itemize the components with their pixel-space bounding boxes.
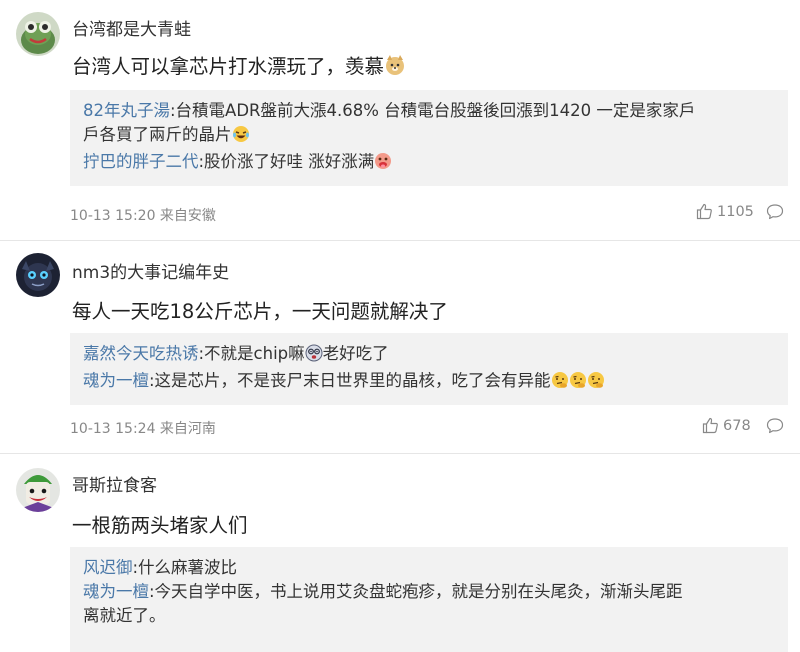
thinking-face-emoji: [551, 371, 569, 396]
like-count: 678: [723, 417, 751, 434]
doge-emoji: [384, 54, 406, 81]
reply-text: :台積電ADR盤前大漲4.68% 台積電台股盤後回漲到1420 一定是家家戶: [170, 101, 696, 120]
reply-username[interactable]: 风迟御: [83, 558, 133, 577]
like-button[interactable]: 678: [702, 417, 751, 434]
reply-text-cont: 戶各買了兩斤的晶片: [83, 125, 232, 144]
reply-button[interactable]: [766, 203, 784, 224]
comment-item: 哥斯拉食客 一根筋两头堵家人们 风迟御:什么麻薯波比 魂为一檀:今天自学中医，书…: [0, 454, 800, 652]
comment-text-body: 台湾人可以拿芯片打水漂玩了，羡慕: [72, 55, 385, 78]
username[interactable]: 台湾都是大青蛙: [72, 15, 191, 40]
username[interactable]: nm3的大事记编年史: [72, 258, 229, 283]
reply-text: :股价涨了好哇 涨好涨满: [198, 152, 375, 171]
thinking-face-emoji: [569, 371, 587, 396]
reply-text: :不就是chip嘛: [198, 344, 305, 363]
reply-username[interactable]: 82年丸子湯: [83, 101, 170, 120]
like-count: 1105: [717, 203, 754, 220]
reply-text-cont: 老好吃了: [322, 344, 389, 363]
reply-text: :这是芯片，不是丧尸末日世界里的晶核，吃了会有异能: [149, 371, 551, 390]
reply-box: 风迟御:什么麻薯波比 魂为一檀:今天自学中医，书上说用艾灸盘蛇疱疹，就是分别在头…: [70, 547, 788, 652]
comment-text: 台湾人可以拿芯片打水漂玩了，羡慕: [72, 50, 406, 81]
avatar[interactable]: [16, 468, 60, 512]
thumbs-up-icon: [702, 417, 718, 434]
reply-text: :什么麻薯波比: [132, 558, 238, 577]
reply-username[interactable]: 嘉然今天吃热诱: [83, 344, 199, 363]
dizzy-face-emoji: [305, 344, 323, 369]
avatar[interactable]: [16, 12, 60, 56]
reply-item: 82年丸子湯:台積電ADR盤前大漲4.68% 台積電台股盤後回漲到1420 一定…: [83, 99, 776, 150]
reply-box: 嘉然今天吃热诱:不就是chip嘛 老好吃了 魂为一檀:这是芯片，不是丧尸末日世界…: [70, 333, 788, 405]
reply-username[interactable]: 拧巴的胖子二代: [83, 152, 199, 171]
reply-box: 82年丸子湯:台積電ADR盤前大漲4.68% 台積電台股盤後回漲到1420 一定…: [70, 90, 788, 186]
comment-item: nm3的大事记编年史 每人一天吃18公斤芯片，一天问题就解决了 嘉然今天吃热诱:…: [0, 241, 800, 453]
comment-text: 每人一天吃18公斤芯片，一天问题就解决了: [72, 300, 448, 323]
reply-button[interactable]: [766, 417, 784, 438]
greedy-face-emoji: [374, 152, 392, 177]
reply-item: 魂为一檀:今天自学中医，书上说用艾灸盘蛇疱疹，就是分别在头尾灸，渐渐头尾距 离就…: [83, 580, 776, 628]
reply-text: :今天自学中医，书上说用艾灸盘蛇疱疹，就是分别在头尾灸，渐渐头尾距: [149, 582, 683, 601]
comment-meta: 10-13 15:24 来自河南: [70, 421, 216, 437]
reply-item: 拧巴的胖子二代:股价涨了好哇 涨好涨满: [83, 150, 776, 177]
comment-list: 台湾都是大青蛙 台湾人可以拿芯片打水漂玩了，羡慕 82年丸子湯:台積電ADR盤前…: [0, 0, 800, 652]
comment-bubble-icon: [766, 204, 784, 220]
comment-bubble-icon: [766, 418, 784, 434]
laughing-tears-emoji: [232, 125, 250, 150]
reply-item: 嘉然今天吃热诱:不就是chip嘛 老好吃了: [83, 342, 776, 369]
thumbs-up-icon: [696, 203, 712, 220]
username[interactable]: 哥斯拉食客: [72, 471, 157, 496]
comment-item: 台湾都是大青蛙 台湾人可以拿芯片打水漂玩了，羡慕 82年丸子湯:台積電ADR盤前…: [0, 0, 800, 240]
comment-text: 一根筋两头堵家人们: [72, 514, 248, 537]
comment-meta: 10-13 15:20 来自安徽: [70, 208, 216, 224]
reply-username[interactable]: 魂为一檀: [83, 582, 149, 601]
thinking-face-emoji: [587, 371, 605, 396]
reply-item: 魂为一檀:这是芯片，不是丧尸末日世界里的晶核，吃了会有异能: [83, 369, 776, 396]
like-button[interactable]: 1105: [696, 203, 754, 220]
reply-text-cont: 离就近了。: [83, 606, 166, 625]
avatar[interactable]: [16, 253, 60, 297]
reply-username[interactable]: 魂为一檀: [83, 371, 149, 390]
reply-item: 风迟御:什么麻薯波比: [83, 556, 776, 580]
